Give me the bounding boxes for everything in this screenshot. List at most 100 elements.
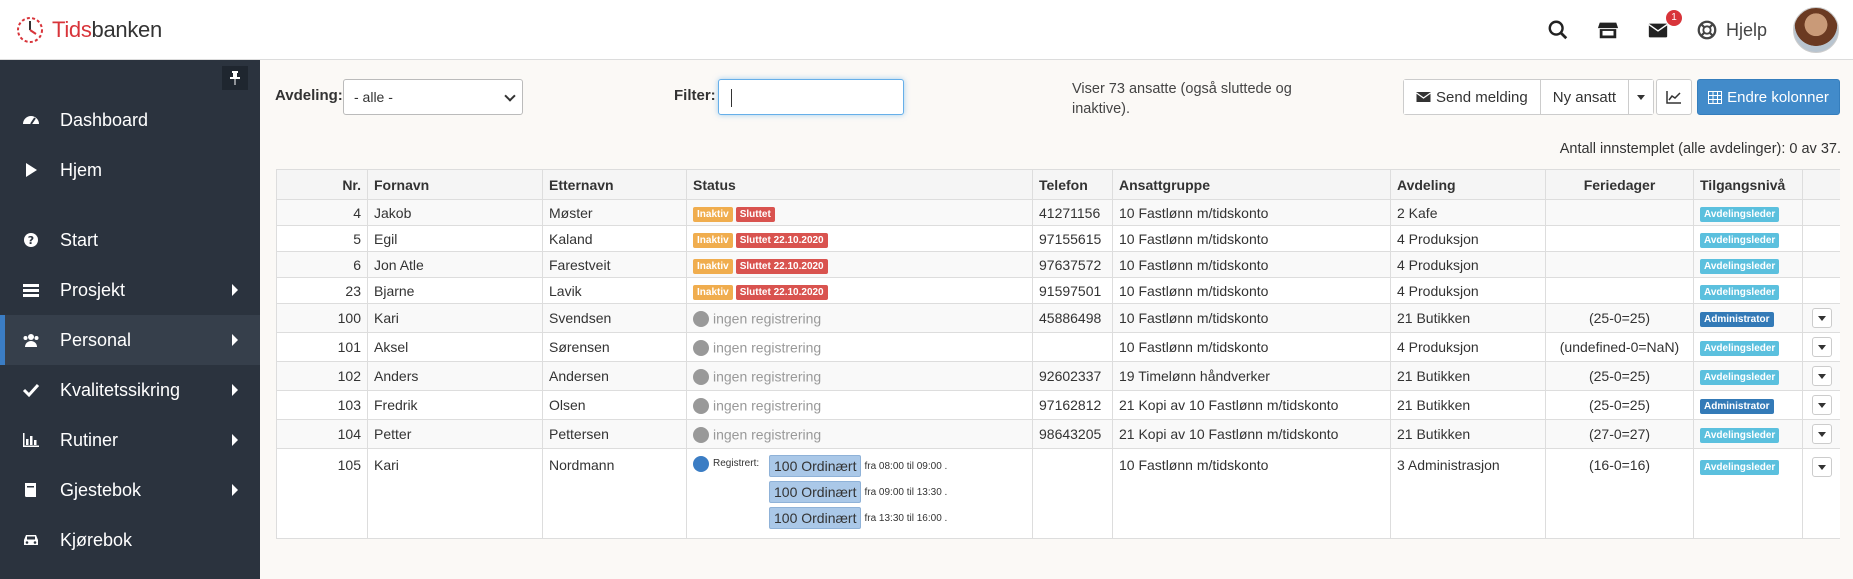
envelope-icon [1416,92,1431,102]
pin-sidebar-button[interactable] [222,66,248,90]
cell-tilgangsniva: Avdelingsleder [1693,332,1803,362]
cell-feriedager [1545,277,1694,304]
help-label: Hjelp [1725,19,1767,40]
action-button-group: Send melding Ny ansatt [1403,79,1655,115]
status-quit-badge: Sluttet 22.10.2020 [735,258,828,274]
avdeling-select[interactable]: - alle - [343,79,523,115]
svg-text:?: ? [28,234,34,247]
user-avatar[interactable] [1793,7,1839,53]
sidebar-item-kvalitetssikring[interactable]: Kvalitetssikring [0,365,260,415]
row-actions-dropdown[interactable] [1811,395,1832,415]
table-row[interactable]: 105 Kari Nordmann Registrert: 100 Ordinæ… [276,448,1840,539]
column-header-telefon[interactable]: Telefon [1032,169,1113,200]
cell-avdeling: 4 Produksjon [1390,277,1546,304]
cell-nr: 104 [276,419,368,449]
sidebar-item-start[interactable]: ? Start [0,215,260,265]
cell-avdeling: 21 Butikken [1390,303,1546,333]
column-header-status[interactable]: Status [686,169,1033,200]
sidebar-item-label: Kjørebok [60,529,133,550]
tidsbanken-logo[interactable]: Tidsbanken [14,14,162,46]
new-employee-dropdown-button[interactable] [1629,80,1654,114]
registration-entry: 100 Ordinært fra 13:30 til 16:00 . [769,507,947,529]
cell-ansattgruppe: 21 Kopi av 10 Fastlønn m/tidskonto [1112,419,1391,449]
sidebar-item-personal[interactable]: Personal [0,315,260,365]
table-row[interactable]: 5 Egil Kaland Inaktiv Sluttet 22.10.2020 … [276,225,1840,252]
table-row[interactable]: 23 Bjarne Lavik Inaktiv Sluttet 22.10.202… [276,277,1840,304]
row-actions-dropdown[interactable] [1811,337,1832,357]
caret-down-icon [1817,402,1826,408]
row-actions-dropdown[interactable] [1811,366,1832,386]
sidebar-item-prosjekt[interactable]: Prosjekt [0,265,260,315]
column-header-ansattgruppe[interactable]: Ansattgruppe [1112,169,1391,200]
registration-entry: 100 Ordinært fra 09:00 til 13:30 . [769,481,947,503]
table-row[interactable]: 4 Jakob Møster Inaktiv Sluttet 41271156 1… [276,199,1840,226]
column-header-feriedager[interactable]: Feriedager [1545,169,1694,200]
cell-status: ingen registrering [686,332,1033,362]
logo-text: Tidsbanken [52,17,162,42]
cell-telefon: 41271156 [1032,199,1113,226]
cell-feriedager [1545,199,1694,226]
filter-input[interactable] [718,79,904,115]
cell-feriedager: (25-0=25) [1545,303,1694,333]
table-row[interactable]: 102 Anders Andersen ingen registrering 9… [276,361,1840,391]
cell-tilgangsniva: Avdelingsleder [1693,199,1803,226]
cell-tilgangsniva: Administrator [1693,390,1803,420]
store-icon[interactable] [1596,18,1620,42]
chevron-right-icon [232,334,238,346]
search-icon[interactable] [1546,18,1570,42]
column-header-fornavn[interactable]: Fornavn [367,169,543,200]
registration-code[interactable]: 100 Ordinært [769,507,862,529]
sidebar-item-rutiner[interactable]: Rutiner [0,415,260,465]
row-actions-dropdown[interactable] [1811,424,1832,444]
table-row[interactable]: 100 Kari Svendsen ingen registrering 458… [276,303,1840,333]
cell-actions [1802,251,1840,278]
row-actions-dropdown[interactable] [1811,457,1832,477]
cell-etternavn: Nordmann [542,448,687,539]
sidebar-item-label: Hjem [60,159,103,180]
new-employee-button[interactable]: Ny ansatt [1540,80,1630,114]
cell-telefon: 97155615 [1032,225,1113,252]
cell-fornavn: Fredrik [367,390,543,420]
sidebar-item-hjem[interactable]: Hjem [0,145,260,195]
column-header-etternavn[interactable]: Etternavn [542,169,687,200]
chevron-right-icon [232,284,238,296]
cell-ansattgruppe: 21 Kopi av 10 Fastlønn m/tidskonto [1112,390,1391,420]
cell-tilgangsniva: Avdelingsleder [1693,419,1803,449]
column-header-actions [1802,169,1840,200]
column-header-nr[interactable]: Nr. [276,169,368,200]
cell-avdeling: 4 Produksjon [1390,251,1546,278]
sidebar-item-kjorebok[interactable]: Kjørebok [0,515,260,565]
column-header-tilgangsniva[interactable]: Tilgangsnivå [1693,169,1803,200]
cell-ansattgruppe: 10 Fastlønn m/tidskonto [1112,448,1391,539]
sidebar-item-dashboard[interactable]: Dashboard [0,95,260,145]
table-row[interactable]: 101 Aksel Sørensen ingen registrering 10… [276,332,1840,362]
clock-logo-icon [17,17,43,43]
cell-fornavn: Jakob [367,199,543,226]
registration-code[interactable]: 100 Ordinært [769,481,862,503]
cell-etternavn: Olsen [542,390,687,420]
chevron-right-icon [232,384,238,396]
cell-fornavn: Bjarne [367,277,543,304]
status-registered-icon [693,456,709,473]
mail-badge: 1 [1665,10,1682,26]
cell-ansattgruppe: 10 Fastlønn m/tidskonto [1112,251,1391,278]
change-columns-button[interactable]: Endre kolonner [1697,79,1840,115]
statistics-button[interactable] [1656,79,1692,115]
cell-fornavn: Kari [367,448,543,539]
cell-actions [1802,277,1840,304]
table-row[interactable]: 6 Jon Atle Farestveit Inaktiv Sluttet 22.… [276,251,1840,278]
table-row[interactable]: 103 Fredrik Olsen ingen registrering 971… [276,390,1840,420]
table-row[interactable]: 104 Petter Pettersen ingen registrering … [276,419,1840,449]
column-header-avdeling[interactable]: Avdeling [1390,169,1546,200]
send-message-button[interactable]: Send melding [1404,80,1541,114]
cell-ansattgruppe: 10 Fastlønn m/tidskonto [1112,199,1391,226]
envelope-icon[interactable]: 1 [1646,10,1682,42]
row-actions-dropdown[interactable] [1811,308,1832,328]
change-columns-label: Endre kolonner [1727,88,1829,106]
sidebar-item-gjestebok[interactable]: Gjestebok [0,465,260,515]
sidebar-item-label: Personal [60,329,132,350]
help-link[interactable]: Hjelp [1696,19,1767,41]
cell-nr: 6 [276,251,368,278]
registration-code[interactable]: 100 Ordinært [769,455,862,477]
access-level-badge: Avdelingsleder [1700,232,1780,248]
